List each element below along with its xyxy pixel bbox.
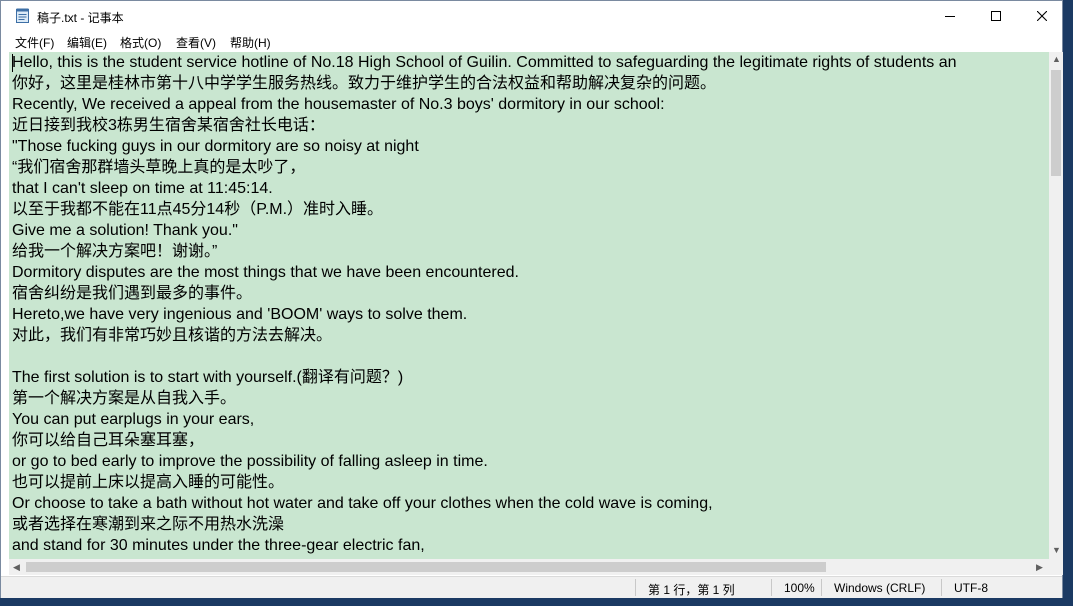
text-line: Hello, this is the student service hotli… [12, 54, 957, 71]
maximize-button[interactable] [973, 1, 1019, 31]
minimize-button[interactable] [927, 1, 973, 31]
text-line: You can put earplugs in your ears, [12, 411, 255, 428]
notepad-window: 稿子.txt - 记事本 文件(F) 编辑(E) 格式(O) 查看(V) 帮助(… [0, 0, 1063, 598]
text-line: 第一个解决方案是从自我入手。 [12, 390, 237, 407]
status-bar: 第 1 行，第 1 列 100% Windows (CRLF) UTF-8 [1, 576, 1062, 598]
menu-help[interactable]: 帮助(H) [230, 34, 271, 51]
zoom-level: 100% [784, 581, 815, 595]
text-line: 也可以提前上床以提高入睡的可能性。 [12, 474, 285, 491]
window-title: 稿子.txt - 记事本 [37, 11, 124, 25]
cursor-position: 第 1 行，第 1 列 [648, 583, 735, 597]
text-line: 宿舍纠纷是我们遇到最多的事件。 [12, 285, 253, 302]
text-line: 你可以给自己耳朵塞耳塞， [12, 432, 205, 449]
text-line: Recently, We received a appeal from the … [12, 96, 665, 113]
notepad-app-icon [16, 8, 29, 23]
text-line: 近日接到我校3栋男生宿舍某宿舍社长电话： [12, 117, 325, 134]
text-line: that I can't sleep on time at 11:45:14. [12, 180, 273, 197]
scrollbar-corner [1049, 559, 1063, 575]
text-line: The first solution is to start with your… [12, 369, 404, 386]
status-divider [771, 579, 772, 596]
menu-file[interactable]: 文件(F) [15, 34, 54, 51]
text-line: “我们宿舍那群墙头草晚上真的是太吵了， [12, 159, 306, 176]
text-line: "Those fucking guys in our dormitory are… [12, 138, 419, 155]
status-divider [821, 579, 822, 596]
text-line: Or choose to take a bath without hot wat… [12, 495, 713, 512]
status-divider [941, 579, 942, 596]
close-button[interactable] [1019, 1, 1065, 31]
horizontal-scroll-thumb[interactable] [26, 562, 826, 572]
vertical-scrollbar[interactable]: ▲ ▼ [1049, 52, 1063, 559]
menu-bar: 文件(F) 编辑(E) 格式(O) 查看(V) 帮助(H) [1, 31, 1062, 51]
status-divider [635, 579, 636, 596]
vertical-scroll-thumb[interactable] [1051, 70, 1061, 176]
text-line: 以至于我都不能在11点45分14秒（P.M.）准时入睡。 [12, 201, 384, 218]
title-bar[interactable]: 稿子.txt - 记事本 [1, 1, 1062, 31]
menu-edit[interactable]: 编辑(E) [67, 34, 107, 51]
line-ending: Windows (CRLF) [834, 581, 926, 595]
scroll-left-icon[interactable]: ◀ [13, 562, 20, 573]
encoding: UTF-8 [954, 581, 988, 595]
scroll-right-icon[interactable]: ▶ [1036, 562, 1043, 573]
text-line: 对此，我们有非常巧妙且核谐的方法去解决。 [12, 327, 333, 344]
text-editor[interactable]: Hello, this is the student service hotli… [9, 52, 1049, 559]
text-line: Give me a solution! Thank you." [12, 222, 238, 239]
horizontal-scrollbar[interactable]: ◀ ▶ [9, 559, 1049, 575]
scroll-up-icon[interactable]: ▲ [1052, 54, 1061, 64]
close-icon [1037, 11, 1047, 21]
text-line: 给我一个解决方案吧！谢谢。” [12, 243, 218, 260]
menu-format[interactable]: 格式(O) [120, 34, 161, 51]
text-line: Dormitory disputes are the most things t… [12, 264, 519, 281]
text-line: 你好，这里是桂林市第十八中学学生服务热线。致力于维护学生的合法权益和帮助解决复杂… [12, 75, 717, 92]
text-line: Hereto,we have very ingenious and 'BOOM'… [12, 306, 468, 323]
text-line: or go to bed early to improve the possib… [12, 453, 488, 470]
maximize-icon [991, 11, 1001, 21]
minimize-icon [945, 16, 955, 17]
scroll-down-icon[interactable]: ▼ [1052, 545, 1061, 555]
menu-view[interactable]: 查看(V) [176, 34, 216, 51]
text-line: and stand for 30 minutes under the three… [12, 537, 425, 554]
text-line: 或者选择在寒潮到来之际不用热水洗澡 [12, 516, 285, 533]
